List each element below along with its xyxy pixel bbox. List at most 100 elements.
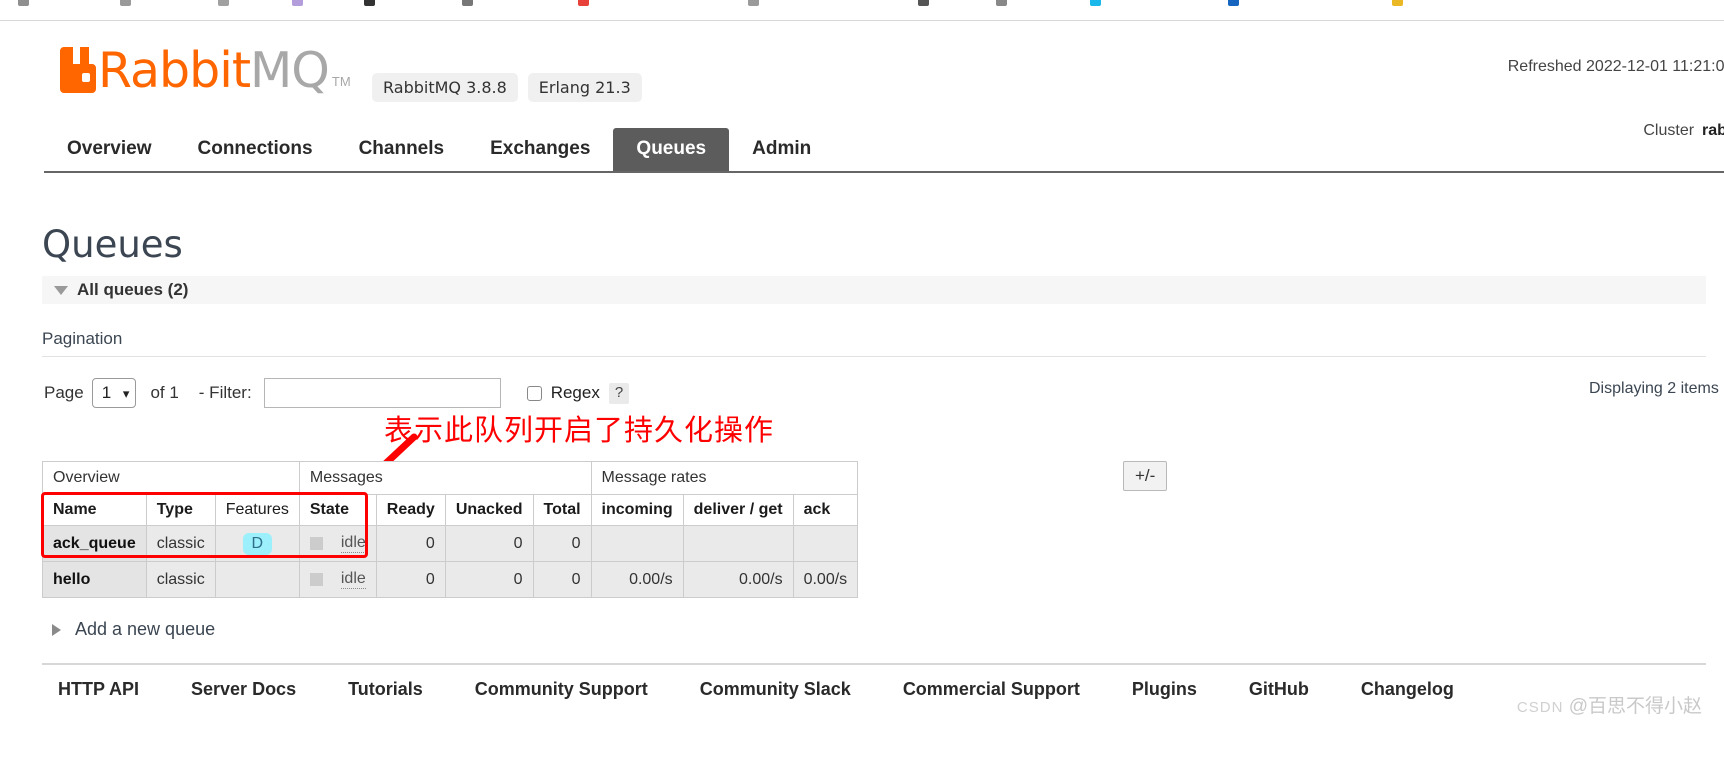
group-header-message-rates: Message rates [590,461,859,495]
column-header-unacked[interactable]: Unacked [444,494,534,526]
tab-connections[interactable]: Connections [175,128,336,171]
favicon-icon [748,0,759,6]
column-header-type[interactable]: Type [145,494,216,526]
page-label: Page [44,383,84,402]
tab-overview[interactable]: Overview [44,128,175,171]
watermark: CSDN @百思不得小赵 [1517,691,1702,718]
durable-badge: D [242,532,273,555]
filter-label: - Filter: [198,383,252,402]
cell-queue-name[interactable]: ack_queue [42,525,147,562]
rabbitmq-version-badge: RabbitMQ 3.8.8 [372,73,518,102]
cell-queue-type: classic [145,561,216,598]
cell-queue-features: D [214,525,300,562]
refresh-line: Refreshed 2022-12-01 11:21:05 Refresh ev… [1508,51,1724,83]
favicon-icon [218,0,229,6]
footer-link-changelog[interactable]: Changelog [1361,679,1454,700]
tab-queues[interactable]: Queues [613,128,730,171]
cell-queue-name[interactable]: hello [42,561,147,598]
tab-exchanges[interactable]: Exchanges [467,128,613,171]
cell-deliver-get: 0.00/s [682,561,794,598]
cell-queue-features [214,561,300,598]
cell-ack [792,525,859,562]
favicon-icon [18,0,29,6]
column-header-total[interactable]: Total [532,494,592,526]
footer-link-community-support[interactable]: Community Support [475,679,648,700]
browser-bookmarks-bar [0,0,1724,21]
pagination-controls: Page 1 ▾ of 1 - Filter: Regex ? [44,378,630,408]
add-new-queue-label: Add a new queue [75,619,216,639]
chevron-down-icon: ▾ [122,386,130,401]
bookmark-item[interactable] [1228,0,1239,9]
bookmark-item[interactable] [748,0,759,9]
cell-incoming: 0.00/s [590,561,684,598]
all-queues-section-header[interactable]: All queues (2) [42,276,1706,304]
footer-link-plugins[interactable]: Plugins [1132,679,1197,700]
all-queues-label: All queues (2) [77,280,189,299]
add-new-queue-section[interactable]: Add a new queue [52,619,215,640]
cell-total: 0 [532,561,592,598]
cell-ready: 0 [375,561,446,598]
column-header-state[interactable]: State [298,494,377,526]
logo-text-primary: Rabbit [98,42,251,99]
table-row[interactable]: ack_queue classic D idle 0 0 0 [42,525,859,562]
regex-checkbox[interactable] [526,385,542,401]
footer-link-http-api[interactable]: HTTP API [58,679,139,700]
bookmark-item[interactable] [120,0,131,9]
tab-channels[interactable]: Channels [336,128,468,171]
queues-table: Overview Messages Message rates Name Typ… [42,461,859,598]
version-badges: RabbitMQ 3.8.8 Erlang 21.3 [372,73,642,102]
footer-link-commercial-support[interactable]: Commercial Support [903,679,1080,700]
footer-divider [42,663,1706,665]
bookmark-item[interactable] [578,0,589,9]
bookmark-item[interactable] [218,0,229,9]
help-icon[interactable]: ? [608,382,630,404]
favicon-icon [578,0,589,6]
red-annotation-text: 表示此队列开启了持久化操作 [384,413,775,447]
column-header-deliver-get[interactable]: deliver / get [682,494,794,526]
bookmark-item[interactable] [462,0,473,9]
bookmark-item[interactable] [18,0,29,9]
favicon-icon [364,0,375,6]
state-indicator-icon [309,573,323,586]
rabbitmq-logo[interactable]: Rabbit MQ TM [60,42,351,99]
page-of-label: of 1 [150,383,179,402]
tab-admin[interactable]: Admin [729,128,834,171]
cell-incoming [590,525,684,562]
page-number-select[interactable]: 1 ▾ [91,378,137,408]
regex-label: Regex [550,383,600,402]
table-row[interactable]: hello classic idle 0 0 0 0.00/s 0.00/s 0… [42,561,859,598]
footer-link-community-slack[interactable]: Community Slack [700,679,851,700]
column-header-ack[interactable]: ack [792,494,859,526]
column-header-incoming[interactable]: incoming [590,494,684,526]
footer-link-github[interactable]: GitHub [1249,679,1309,700]
column-header-ready[interactable]: Ready [375,494,446,526]
footer-link-server-docs[interactable]: Server Docs [191,679,296,700]
pagination-divider [42,356,1706,357]
bookmark-item[interactable] [996,0,1007,9]
refreshed-timestamp: Refreshed 2022-12-01 11:21:05 [1507,58,1724,75]
favicon-icon [918,0,929,6]
displaying-items-label: Displaying 2 items , page size u [1589,380,1724,397]
bookmark-item[interactable] [1090,0,1101,9]
column-header-features[interactable]: Features [214,494,300,526]
state-text: idle [340,534,366,553]
group-header-messages: Messages [298,461,592,495]
cell-ready: 0 [375,525,446,562]
favicon-icon [292,0,303,6]
cell-total: 0 [532,525,592,562]
favicon-icon [462,0,473,6]
bookmark-item[interactable] [364,0,375,9]
table-column-header-row: Name Type Features State Ready Unacked T… [42,494,859,526]
favicon-icon [1392,0,1403,6]
footer-link-tutorials[interactable]: Tutorials [348,679,423,700]
bookmark-item[interactable] [292,0,303,9]
erlang-version-badge: Erlang 21.3 [527,73,642,102]
column-header-name[interactable]: Name [42,494,147,526]
favicon-icon [996,0,1007,6]
bookmark-item[interactable] [1392,0,1403,9]
page-number-value: 1 [101,383,112,402]
cell-queue-state: idle [298,561,377,598]
bookmark-item[interactable] [918,0,929,9]
filter-input[interactable] [263,378,501,408]
toggle-columns-button[interactable]: +/- [1123,461,1168,491]
